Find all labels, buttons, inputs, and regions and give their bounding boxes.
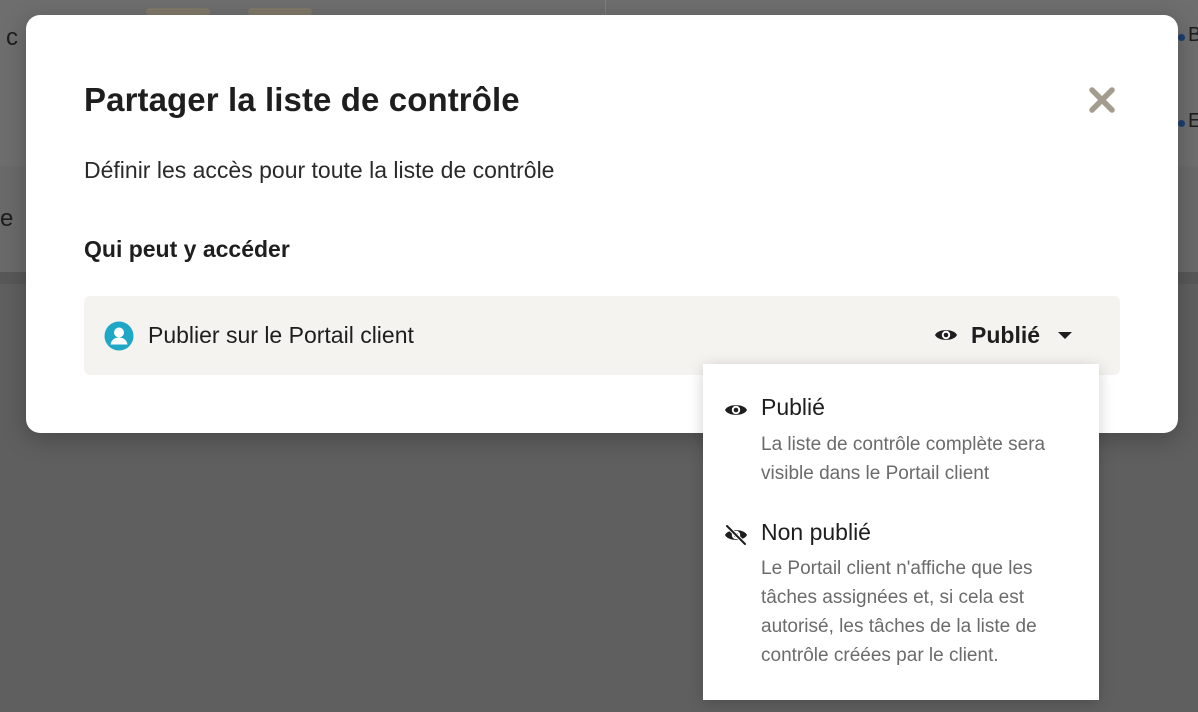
background-dot [1178, 120, 1185, 127]
eye-slash-icon [725, 525, 747, 545]
option-description: Le Portail client n'affiche que les tâch… [761, 558, 1037, 666]
user-circle-icon [104, 321, 134, 351]
publish-status-label: Publié [971, 322, 1041, 348]
background-dot [1178, 34, 1185, 41]
menu-option-published[interactable]: Publié La liste de contrôle complète ser… [703, 392, 1099, 492]
background-text: B [1188, 24, 1198, 46]
menu-option-unpublished[interactable]: Non publié Le Portail client n'affiche q… [703, 517, 1099, 677]
publish-status-dropdown[interactable]: Publié [932, 316, 1082, 356]
background-divider [605, 0, 606, 16]
access-section-label: Qui peut y accéder [84, 236, 290, 262]
background-text: E [1188, 110, 1198, 132]
eye-icon [725, 405, 747, 415]
chevron-down-icon [1058, 332, 1072, 339]
publish-status-menu: Publié La liste de contrôle complète ser… [703, 364, 1099, 700]
close-icon [1089, 87, 1115, 113]
eye-icon [935, 330, 957, 340]
row-label: Publier sur le Portail client [148, 322, 414, 348]
background-text: c [6, 24, 18, 51]
close-button[interactable] [1084, 82, 1120, 118]
option-title: Non publié [761, 519, 871, 545]
option-title: Publié [761, 394, 825, 420]
background-text: e [0, 205, 14, 232]
modal-subtitle: Définir les accès pour toute la liste de… [84, 157, 555, 183]
option-description: La liste de contrôle complète sera visib… [761, 434, 1046, 484]
modal-title: Partager la liste de contrôle [84, 81, 520, 118]
